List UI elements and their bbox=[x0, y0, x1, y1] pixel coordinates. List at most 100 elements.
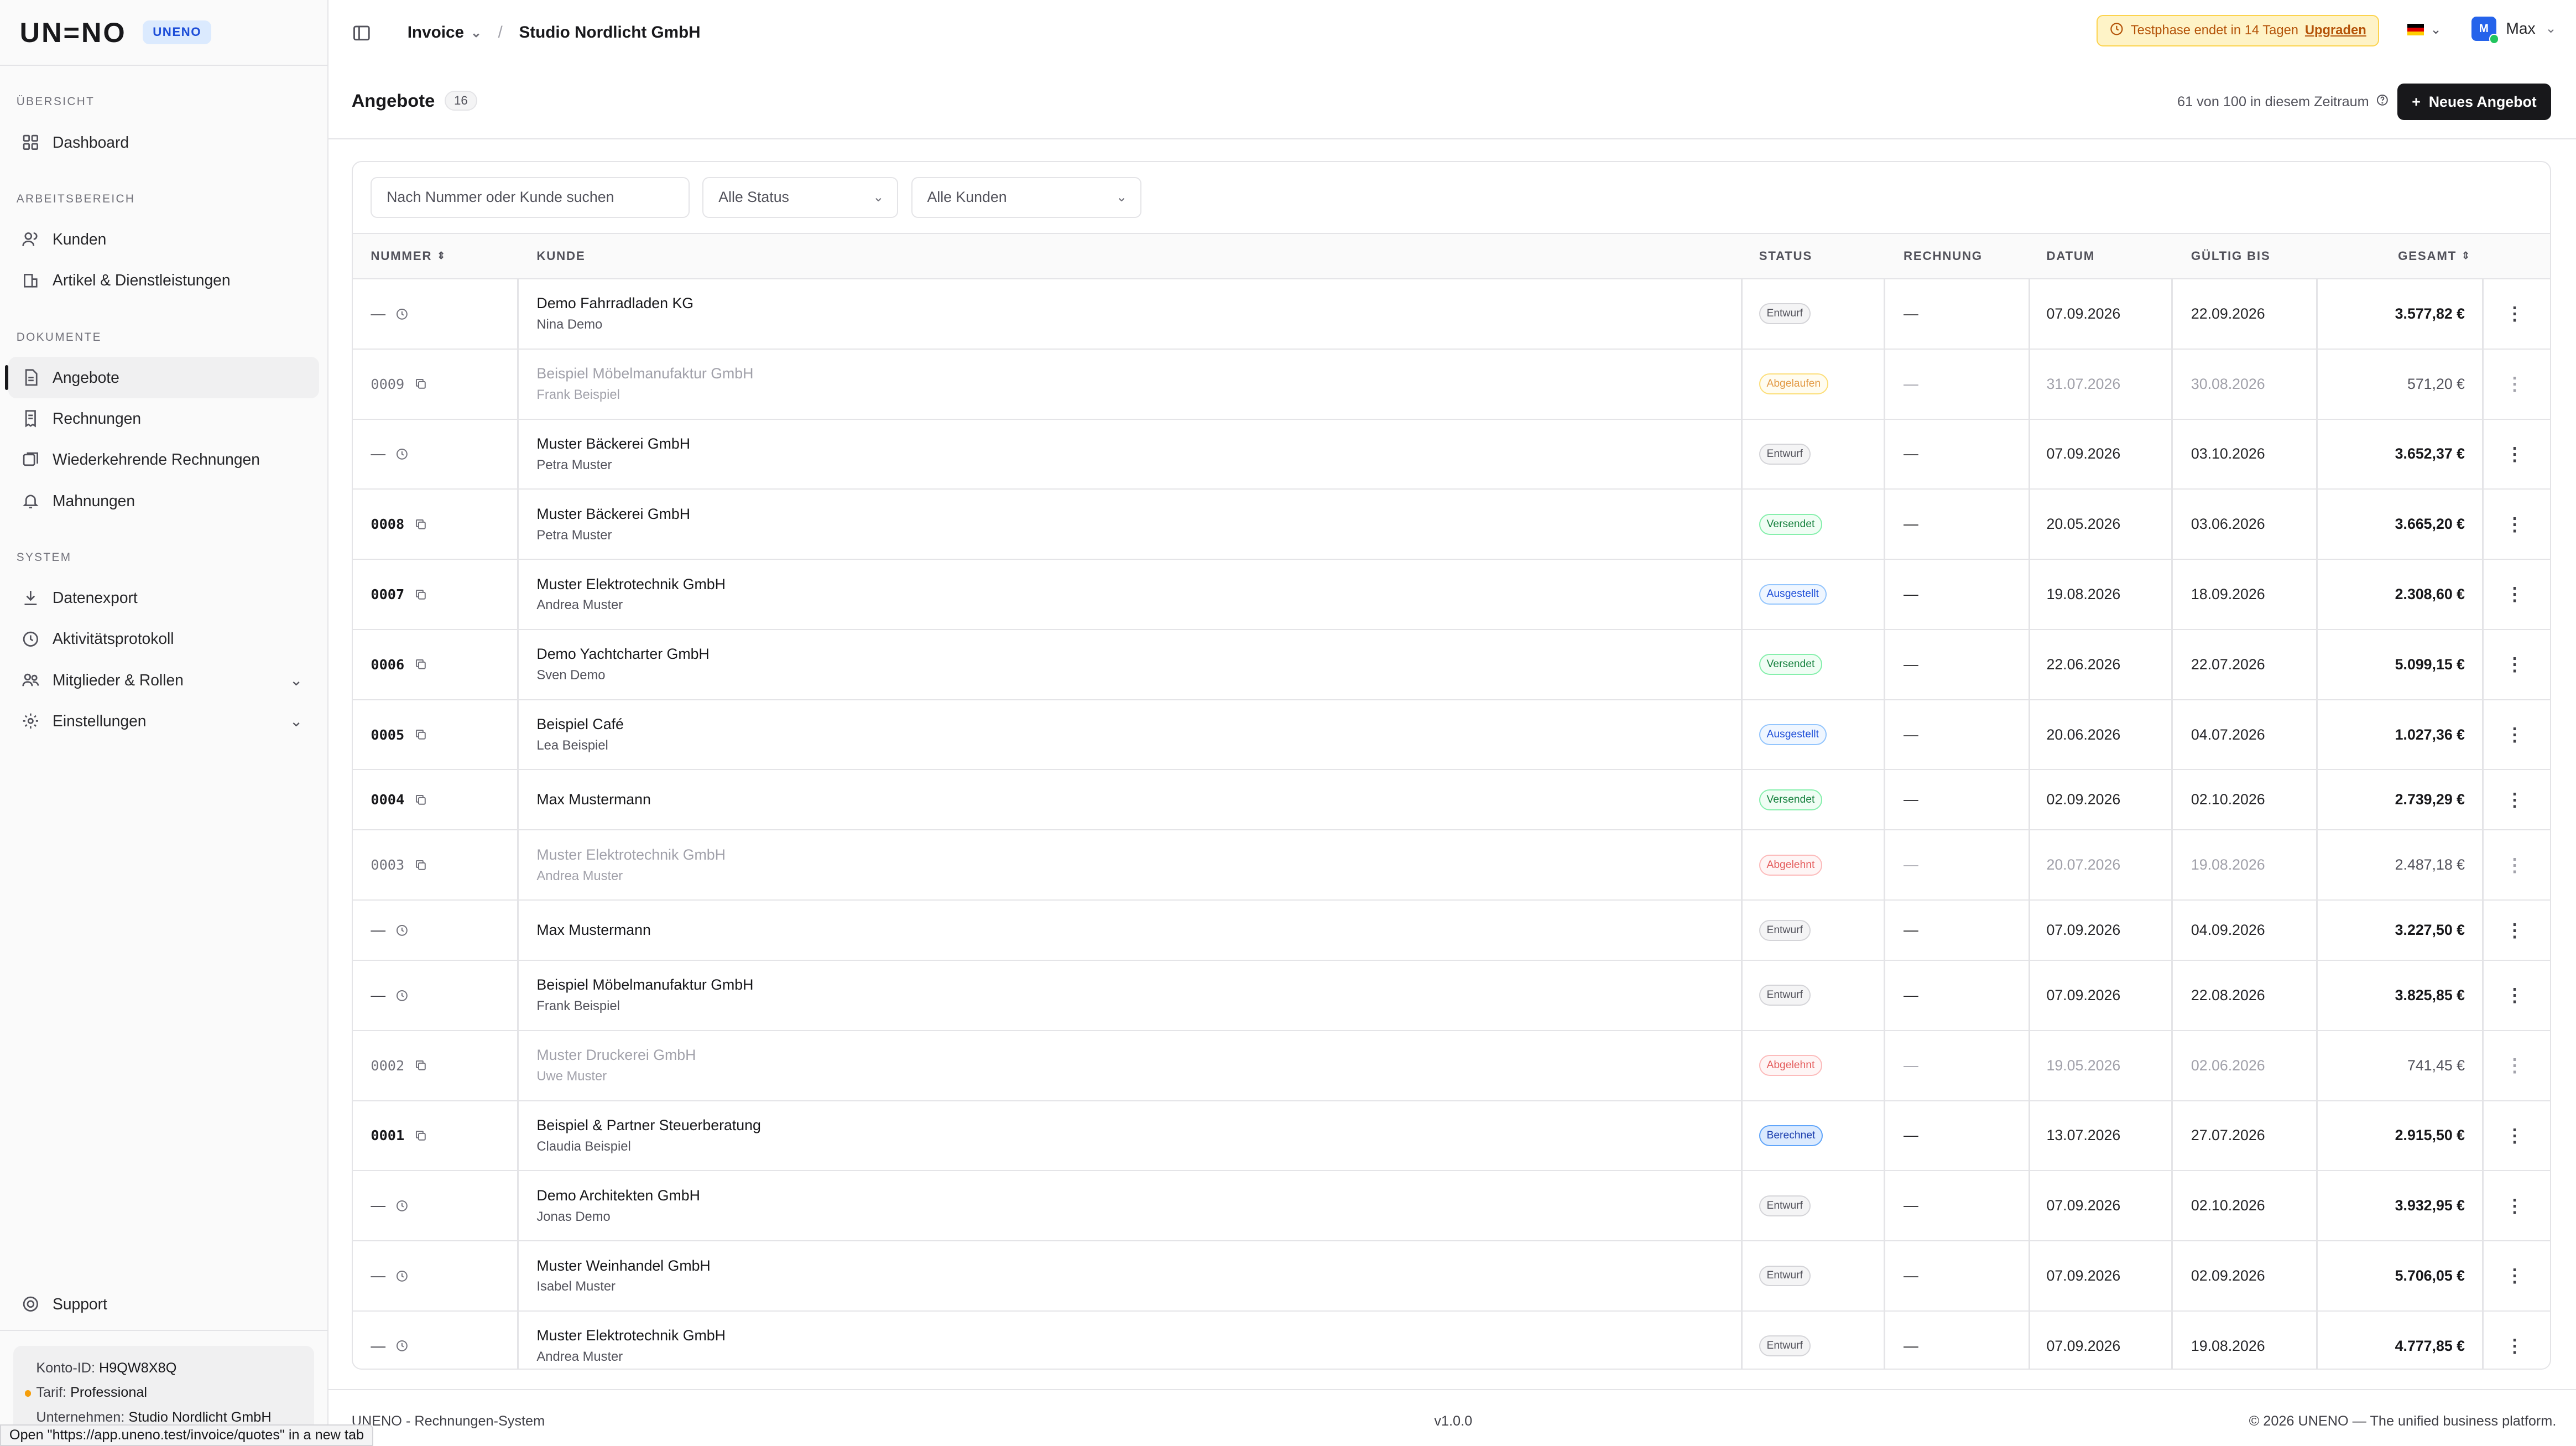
table-row[interactable]: — Muster Weinhandel GmbH Isabel Muster Entw… bbox=[352, 1241, 2551, 1312]
copy-icon[interactable] bbox=[414, 728, 427, 741]
customer-name[interactable]: Max Mustermann bbox=[536, 922, 650, 939]
copy-icon[interactable] bbox=[414, 1129, 427, 1142]
customer-name[interactable]: Beispiel Möbelmanufaktur GmbH bbox=[536, 976, 753, 994]
chevron-down-icon: ⌄ bbox=[2430, 22, 2442, 37]
copy-icon[interactable] bbox=[414, 658, 427, 671]
table-row[interactable]: — Muster Elektrotechnik GmbH Andrea Muster… bbox=[353, 1311, 2551, 1369]
more-actions-icon[interactable]: ⋮ bbox=[2506, 654, 2524, 675]
status-badge: Versendet bbox=[1759, 789, 1823, 810]
customer-name[interactable]: Muster Elektrotechnik GmbH bbox=[536, 576, 726, 593]
customer-name[interactable]: Muster Elektrotechnik GmbH bbox=[536, 1327, 726, 1344]
customer-contact: Uwe Muster bbox=[536, 1069, 607, 1084]
customer-name[interactable]: Beispiel Café bbox=[536, 716, 623, 733]
more-actions-icon[interactable]: ⋮ bbox=[2506, 920, 2524, 941]
more-actions-icon[interactable]: ⋮ bbox=[2506, 1125, 2524, 1146]
sidebar-item-support[interactable]: Support bbox=[8, 1283, 319, 1324]
more-actions-icon[interactable]: ⋮ bbox=[2506, 514, 2524, 535]
more-actions-icon[interactable]: ⋮ bbox=[2506, 1195, 2524, 1216]
more-actions-icon[interactable]: ⋮ bbox=[2506, 1335, 2524, 1356]
customer-name[interactable]: Muster Bäckerei GmbH bbox=[536, 435, 690, 452]
table-row[interactable]: — Muster Bäckerei GmbH Petra Muster Entwurf… bbox=[352, 419, 2551, 490]
sidebar-item-artikel-dienstleistungen[interactable]: Artikel & Dienstleistungen bbox=[8, 260, 319, 301]
table-row[interactable]: 0006 Demo Yachtcharter GmbH Sven Demo Verse… bbox=[352, 630, 2551, 700]
search-input[interactable]: Nach Nummer oder Kunde suchen bbox=[371, 176, 690, 219]
logo[interactable]: UN=NO bbox=[20, 16, 127, 49]
members-icon bbox=[22, 671, 40, 689]
copy-icon[interactable] bbox=[414, 588, 427, 601]
sidebar-item-rechnungen[interactable]: Rechnungen bbox=[8, 398, 319, 439]
sidebar-item-label: Datenexport bbox=[53, 589, 138, 607]
more-actions-icon[interactable]: ⋮ bbox=[2506, 444, 2524, 465]
table-row[interactable]: 0003 Muster Elektrotechnik GmbH Andrea Mus… bbox=[352, 830, 2551, 901]
copy-icon[interactable] bbox=[414, 1059, 427, 1072]
quote-date: 02.09.2026 bbox=[2046, 791, 2121, 808]
customer-name[interactable]: Demo Yachtcharter GmbH bbox=[536, 646, 709, 663]
sidebar-item-label: Wiederkehrende Rechnungen bbox=[53, 450, 260, 469]
sidebar-item-datenexport[interactable]: Datenexport bbox=[8, 578, 319, 618]
table-row[interactable]: 0007 Muster Elektrotechnik GmbH Andrea Mus… bbox=[352, 560, 2551, 630]
module-switcher[interactable]: Invoice ⌄ bbox=[408, 23, 482, 42]
invoice-ref: — bbox=[1904, 1057, 1918, 1074]
upgrade-link[interactable]: Upgraden bbox=[2305, 23, 2366, 38]
help-icon[interactable] bbox=[2376, 93, 2389, 111]
col-kunde: KUNDE bbox=[536, 248, 586, 263]
status-filter-select[interactable]: Alle Status ⌄ bbox=[702, 176, 898, 219]
sidebar-item-mahnungen[interactable]: Mahnungen bbox=[8, 480, 319, 521]
table-row[interactable]: — Max Mustermann Entwurf — 07.09.2026 04.09.2… bbox=[352, 901, 2551, 961]
customer-name[interactable]: Muster Druckerei GmbH bbox=[536, 1047, 696, 1064]
sidebar-item-mitglieder-rollen[interactable]: Mitglieder & Rollen ⌄ bbox=[8, 659, 319, 700]
sidebar: UN=NO UNENO ÜBERSICHT Dashboard ARBEITSBER… bbox=[0, 0, 329, 1446]
table-row[interactable]: 0009 Beispiel Möbelmanufaktur GmbH Frank B… bbox=[352, 349, 2551, 420]
quote-date: 07.09.2026 bbox=[2046, 305, 2121, 322]
more-actions-icon[interactable]: ⋮ bbox=[2506, 855, 2524, 876]
table-row[interactable]: — Beispiel Möbelmanufaktur GmbH Frank Beis… bbox=[352, 961, 2551, 1031]
invoice-ref: — bbox=[1904, 305, 1918, 322]
customer-name[interactable]: Muster Bäckerei GmbH bbox=[536, 506, 690, 523]
table-row[interactable]: 0001 Beispiel & Partner Steuerberatung Cla… bbox=[352, 1101, 2551, 1172]
sidebar-item-aktivitätsprotokoll[interactable]: Aktivitätsprotokoll bbox=[8, 618, 319, 659]
table-row[interactable]: 0005 Beispiel Café Lea Beispiel Ausgestellt… bbox=[352, 700, 2551, 771]
customer-name[interactable]: Demo Architekten GmbH bbox=[536, 1187, 700, 1204]
customer-name[interactable]: Demo Fahrradladen KG bbox=[536, 295, 693, 312]
new-quote-button[interactable]: + Neues Angebot bbox=[2397, 84, 2552, 120]
sidebar-item-wiederkehrende-rechnungen[interactable]: Wiederkehrende Rechnungen bbox=[8, 439, 319, 480]
col-gesamt[interactable]: GESAMT ⇕ bbox=[2398, 234, 2471, 278]
customer-name[interactable]: Muster Elektrotechnik GmbH bbox=[536, 846, 726, 864]
more-actions-icon[interactable]: ⋮ bbox=[2506, 789, 2524, 810]
table-row[interactable]: — Demo Fahrradladen KG Nina Demo Entwurf — 07… bbox=[352, 279, 2551, 350]
customer-name[interactable]: Beispiel & Partner Steuerberatung bbox=[536, 1117, 760, 1134]
more-actions-icon[interactable]: ⋮ bbox=[2506, 724, 2524, 745]
more-actions-icon[interactable]: ⋮ bbox=[2506, 1265, 2524, 1286]
plus-icon: + bbox=[2412, 93, 2421, 110]
user-menu[interactable]: M Max ⌄ bbox=[2471, 16, 2556, 45]
sidebar-toggle-icon[interactable] bbox=[352, 23, 372, 43]
sidebar-item-label: Einstellungen bbox=[53, 711, 147, 730]
nav-section-title: ARBEITSBEREICH bbox=[16, 192, 135, 205]
copy-icon[interactable] bbox=[414, 377, 427, 391]
more-actions-icon[interactable]: ⋮ bbox=[2506, 985, 2524, 1006]
sidebar-item-kunden[interactable]: Kunden bbox=[8, 219, 319, 260]
sidebar-item-dashboard[interactable]: Dashboard bbox=[8, 122, 319, 163]
trial-banner: Testphase endet in 14 Tagen Upgraden bbox=[2097, 14, 2379, 47]
language-switcher[interactable]: ⌄ bbox=[2407, 22, 2441, 38]
customer-name[interactable]: Beispiel Möbelmanufaktur GmbH bbox=[536, 365, 753, 382]
more-actions-icon[interactable]: ⋮ bbox=[2506, 373, 2524, 394]
quote-date: 19.08.2026 bbox=[2046, 585, 2121, 602]
more-actions-icon[interactable]: ⋮ bbox=[2506, 303, 2524, 324]
more-actions-icon[interactable]: ⋮ bbox=[2506, 1055, 2524, 1076]
customer-name[interactable]: Max Mustermann bbox=[536, 791, 650, 808]
sidebar-item-angebote[interactable]: Angebote bbox=[4, 357, 320, 398]
customer-name[interactable]: Muster Weinhandel GmbH bbox=[536, 1257, 710, 1275]
table-row[interactable]: — Demo Architekten GmbH Jonas Demo Entwurf —… bbox=[352, 1171, 2551, 1242]
copy-icon[interactable] bbox=[414, 859, 427, 872]
customer-filter-select[interactable]: Alle Kunden ⌄ bbox=[911, 176, 1141, 219]
chevron-down-icon: ⌄ bbox=[289, 711, 303, 730]
table-row[interactable]: 0002 Muster Druckerei GmbH Uwe Muster Abgel… bbox=[352, 1031, 2551, 1101]
copy-icon[interactable] bbox=[414, 518, 427, 531]
table-row[interactable]: 0004 Max Mustermann Versendet — 02.09.2026 02… bbox=[352, 770, 2551, 831]
sidebar-item-einstellungen[interactable]: Einstellungen ⌄ bbox=[8, 700, 319, 741]
col-nummer[interactable]: NUMMER ⇕ bbox=[371, 234, 446, 278]
table-row[interactable]: 0008 Muster Bäckerei GmbH Petra Muster Vers… bbox=[352, 490, 2551, 560]
copy-icon[interactable] bbox=[414, 793, 427, 807]
more-actions-icon[interactable]: ⋮ bbox=[2506, 584, 2524, 605]
